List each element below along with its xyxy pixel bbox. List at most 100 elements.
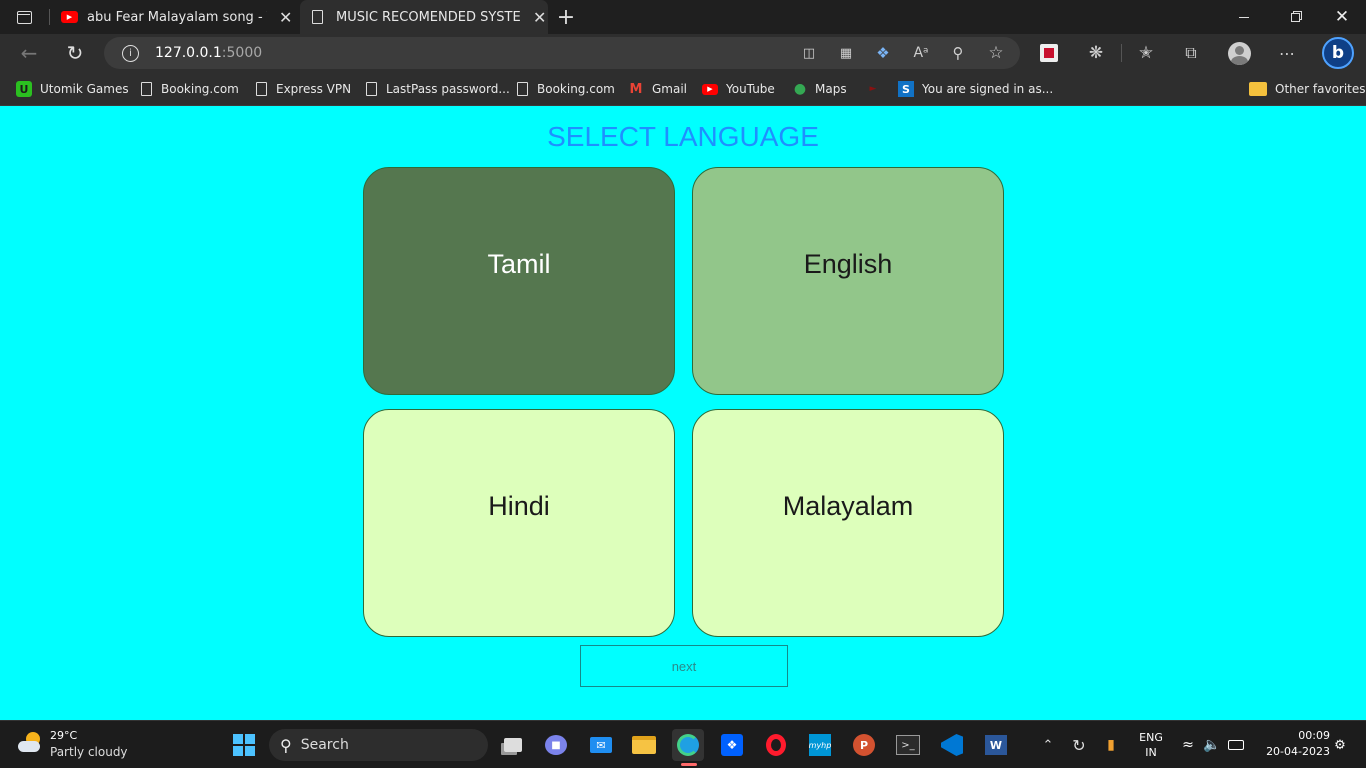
favorite-label: Booking.com — [537, 82, 615, 96]
page-title: SELECT LANGUAGE — [547, 121, 819, 152]
edge-icon[interactable] — [672, 729, 704, 761]
microphone-icon[interactable]: ▮ — [1101, 735, 1121, 755]
language-card-hindi[interactable]: Hindi — [363, 409, 675, 637]
favorite-booking[interactable]: Booking.com — [139, 80, 239, 98]
mail-icon[interactable]: ✉ — [585, 729, 617, 761]
mcafee-icon[interactable] — [1040, 44, 1058, 62]
taskbar-search[interactable]: ⚲ Search — [269, 729, 488, 761]
minimize-icon[interactable] — [1230, 8, 1258, 26]
app-available-icon[interactable]: ◫ — [798, 45, 820, 61]
language-card-tamil[interactable]: Tamil — [363, 167, 675, 395]
coupon-tag-icon[interactable]: ❖ — [872, 44, 894, 62]
wifi-icon[interactable]: ≈ — [1178, 735, 1198, 755]
language-indicator[interactable]: ENG IN — [1136, 730, 1166, 760]
other-favorites-label: Other favorites — [1275, 82, 1366, 96]
extensions-icon[interactable]: ❋ — [1085, 42, 1107, 64]
close-icon[interactable]: ✕ — [533, 8, 546, 27]
close-icon[interactable]: ✕ — [279, 8, 292, 27]
search-icon: ⚲ — [280, 735, 292, 755]
favorite-utomik[interactable]: U Utomik Games — [16, 80, 129, 98]
language-card-english[interactable]: English — [692, 167, 1004, 395]
notifications-icon[interactable]: ⚙ — [1332, 735, 1348, 755]
search-label: Search — [300, 737, 349, 753]
address-bar[interactable]: i 127.0.0.1:5000 ◫ ▦ ❖ Aᵃ ⚲ ☆ — [104, 37, 1020, 69]
favorite-label: Booking.com — [161, 82, 239, 96]
weather-temp: 29°C — [50, 729, 78, 742]
language-line1: ENG — [1139, 731, 1163, 744]
toolbar-divider — [1121, 44, 1122, 62]
favorite-booking-2[interactable]: Booking.com — [515, 80, 615, 98]
myhp-icon[interactable]: myhp — [804, 729, 836, 761]
red-icon: ► — [869, 84, 877, 94]
favorite-label: LastPass password... — [386, 82, 510, 96]
battery-icon[interactable] — [1228, 740, 1244, 750]
youtube-icon: ▶ — [61, 11, 78, 23]
page-icon — [139, 81, 153, 97]
teams-chat-icon[interactable]: ■ — [540, 729, 572, 761]
file-explorer-icon[interactable] — [628, 729, 660, 761]
more-icon[interactable]: ⋯ — [1276, 42, 1298, 64]
s-icon: S — [898, 81, 914, 97]
qr-icon[interactable]: ▦ — [835, 45, 857, 61]
weather-desc: Partly cloudy — [50, 745, 128, 759]
tab-active[interactable]: MUSIC RECOMENDED SYSTEM ✕ — [300, 0, 548, 34]
window-close-icon[interactable]: ✕ — [1328, 6, 1356, 28]
page-icon — [515, 81, 529, 97]
favorite-gmail[interactable]: M Gmail — [628, 80, 687, 98]
powerpoint-icon[interactable]: P — [848, 729, 880, 761]
page-icon — [312, 10, 323, 24]
vscode-icon[interactable] — [936, 729, 968, 761]
back-icon[interactable]: ← — [16, 41, 42, 65]
favorites-icon[interactable]: ✭ — [1135, 42, 1157, 64]
tab-title: abu Fear Malayalam song - YouTube — [87, 9, 267, 25]
bing-chat-icon[interactable]: b — [1322, 37, 1354, 69]
weather-widget[interactable]: 29°C Partly cloudy — [16, 728, 136, 762]
task-view-icon[interactable] — [497, 729, 529, 761]
language-label: Tamil — [487, 248, 551, 279]
taskbar: 29°C Partly cloudy ⚲ Search ■ ✉ ❖ myhp P… — [0, 720, 1366, 768]
favorites-bar: U Utomik Games Booking.com Express VPN La… — [0, 72, 1366, 106]
start-icon[interactable] — [228, 729, 260, 761]
clock-date: 20-04-2023 — [1266, 745, 1330, 758]
url-host: 127.0.0.1 — [155, 45, 222, 61]
partly-cloudy-icon — [18, 732, 44, 754]
word-icon[interactable]: W — [980, 729, 1012, 761]
favorite-label: You are signed in as... — [922, 82, 1054, 96]
favorite-expressvpn[interactable]: Express VPN — [254, 80, 351, 98]
favorite-lastpass[interactable]: LastPass password... — [364, 80, 510, 98]
favorite-label: Express VPN — [276, 82, 352, 96]
favorite-youtube[interactable]: ▶ YouTube — [702, 80, 775, 98]
volume-icon[interactable]: 🔈 — [1202, 735, 1222, 755]
language-card-malayalam[interactable]: Malayalam — [692, 409, 1004, 637]
favorite-maps[interactable]: ● Maps — [793, 80, 847, 98]
tab-divider — [49, 9, 50, 25]
refresh-icon[interactable]: ↻ — [62, 41, 88, 65]
tab-youtube[interactable]: ▶ abu Fear Malayalam song - YouTube ✕ — [52, 0, 298, 34]
chevron-up-icon[interactable]: ⌃ — [1038, 735, 1058, 755]
info-icon[interactable]: i — [122, 45, 139, 62]
language-line2: IN — [1145, 746, 1157, 759]
clock[interactable]: 00:09 20-04-2023 — [1254, 728, 1330, 760]
opera-icon[interactable] — [760, 729, 792, 761]
avatar[interactable] — [1228, 42, 1251, 65]
favorite-label: Gmail — [652, 82, 688, 96]
restore-icon[interactable] — [1281, 8, 1309, 26]
dropbox-icon[interactable]: ❖ — [716, 729, 748, 761]
favorite-label: Maps — [815, 82, 847, 96]
gmail-icon: M — [629, 81, 643, 97]
sync-icon[interactable]: ↻ — [1069, 735, 1089, 755]
next-button[interactable]: next — [580, 645, 788, 687]
tab-actions-icon[interactable] — [14, 8, 34, 26]
zoom-icon[interactable]: ⚲ — [947, 44, 969, 62]
other-favorites[interactable]: Other favorites — [1249, 80, 1366, 98]
favorite-signed-in[interactable]: S You are signed in as... — [898, 80, 1053, 98]
terminal-icon[interactable]: >_ — [892, 729, 924, 761]
new-tab-icon[interactable]: + — [554, 5, 578, 30]
read-aloud-icon[interactable]: Aᵃ — [910, 44, 932, 62]
add-favorite-icon[interactable]: ☆ — [985, 43, 1007, 63]
favorite-label: Utomik Games — [40, 82, 129, 96]
page-icon — [254, 81, 268, 97]
url-text[interactable]: 127.0.0.1:5000 — [155, 45, 262, 61]
collections-icon[interactable]: ⧉ — [1180, 42, 1202, 64]
favorite-unnamed[interactable]: ► — [866, 80, 888, 98]
